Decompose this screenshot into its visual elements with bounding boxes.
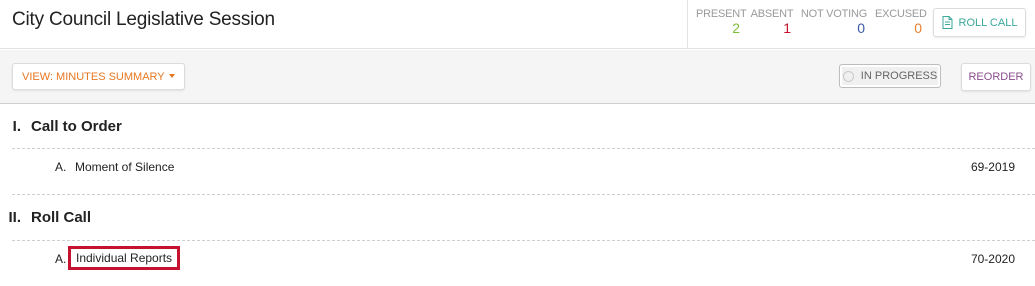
page-title: City Council Legislative Session bbox=[12, 9, 275, 30]
absent-count: 1 bbox=[783, 20, 791, 36]
view-select-button[interactable]: VIEW: MINUTES SUMMARY bbox=[12, 63, 185, 90]
present-stat: PRESENT 2 bbox=[696, 8, 747, 36]
document-icon bbox=[942, 16, 953, 29]
spinner-icon bbox=[842, 70, 854, 82]
section-title: Call to Order bbox=[31, 118, 122, 135]
toolbar: VIEW: MINUTES SUMMARY IN PROGRESS REORDE… bbox=[0, 50, 1035, 104]
section-numeral: II. bbox=[8, 209, 21, 226]
item-code: 69-2019 bbox=[970, 160, 1015, 174]
agenda-section-call-to-order: I. Call to Order bbox=[0, 118, 1035, 135]
section-title: Roll Call bbox=[31, 209, 92, 226]
roll-call-label: ROLL CALL bbox=[958, 16, 1018, 29]
divider bbox=[12, 194, 1035, 195]
divider bbox=[12, 148, 1035, 149]
not-voting-count: 0 bbox=[857, 20, 865, 36]
section-numeral: I. bbox=[12, 118, 21, 135]
item-letter: A. bbox=[55, 252, 67, 266]
not-voting-stat: NOT VOTING 0 bbox=[800, 8, 868, 36]
section-heading: II. Roll Call bbox=[0, 209, 1035, 226]
session-header: City Council Legislative Session PRESENT… bbox=[0, 0, 1035, 49]
excused-stat: EXCUSED 0 bbox=[875, 8, 927, 36]
header-divider bbox=[687, 0, 688, 49]
section-heading: I. Call to Order bbox=[0, 118, 1035, 135]
status-label: IN PROGRESS bbox=[860, 70, 938, 82]
absent-label: ABSENT bbox=[750, 8, 794, 20]
present-label: PRESENT bbox=[696, 8, 747, 20]
excused-label: EXCUSED bbox=[875, 8, 927, 20]
reorder-label: REORDER bbox=[968, 71, 1024, 83]
not-voting-label: NOT VOTING bbox=[800, 8, 868, 20]
view-label: VIEW: MINUTES SUMMARY bbox=[22, 70, 165, 83]
present-count: 2 bbox=[732, 20, 740, 36]
reorder-button[interactable]: REORDER bbox=[961, 63, 1031, 91]
excused-count: 0 bbox=[914, 20, 922, 36]
item-code: 70-2020 bbox=[970, 252, 1015, 266]
item-name[interactable]: Moment of Silence bbox=[75, 160, 174, 174]
roll-call-button[interactable]: ROLL CALL bbox=[933, 8, 1026, 37]
item-name-highlighted[interactable]: Individual Reports bbox=[68, 246, 181, 270]
item-letter: A. bbox=[55, 160, 67, 174]
chevron-down-icon bbox=[169, 74, 175, 78]
divider bbox=[12, 240, 1035, 241]
agenda-section-roll-call: II. Roll Call bbox=[0, 209, 1035, 226]
absent-stat: ABSENT 1 bbox=[750, 8, 794, 36]
in-progress-status-button[interactable]: IN PROGRESS bbox=[839, 64, 941, 88]
